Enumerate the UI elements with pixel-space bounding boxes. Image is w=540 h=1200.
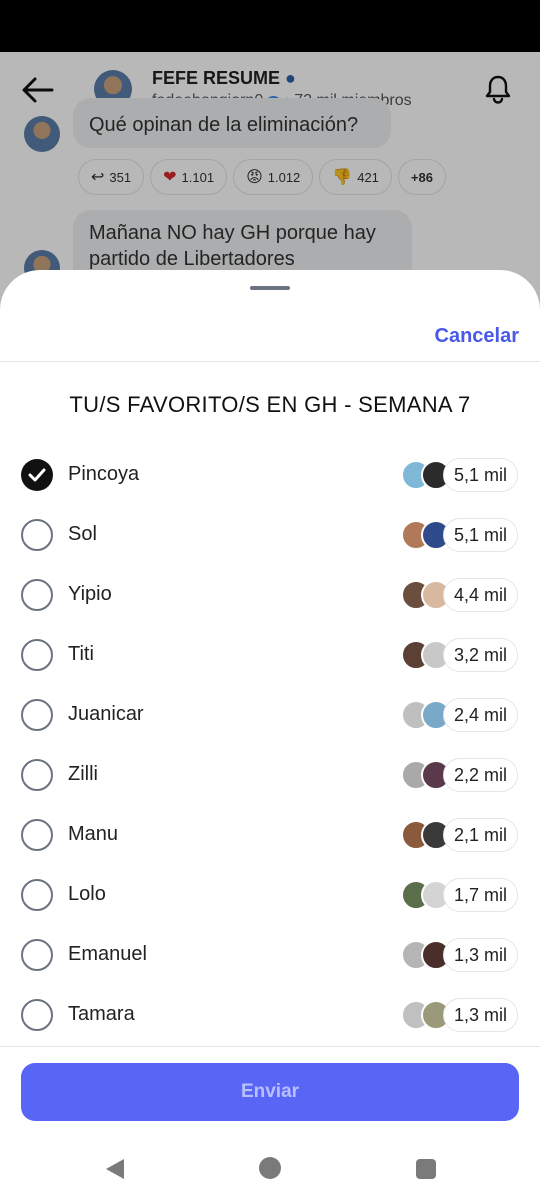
radio-button[interactable] bbox=[21, 939, 53, 971]
poll-option[interactable]: Juanicar 2,4 mil bbox=[0, 685, 540, 745]
option-label: Manu bbox=[68, 823, 119, 845]
vote-count: 3,2 mil bbox=[442, 638, 518, 672]
radio-button[interactable] bbox=[21, 519, 53, 551]
poll-option[interactable]: Titi 3,2 mil bbox=[0, 625, 540, 685]
vote-summary[interactable]: 2,4 mil bbox=[400, 696, 518, 734]
option-label: Yipio bbox=[68, 583, 112, 605]
poll-options-list: Pincoya 5,1 mil Sol 5,1 mil Yipio 4,4 mi… bbox=[0, 445, 540, 1045]
option-label: Emanuel bbox=[68, 943, 147, 965]
vote-summary[interactable]: 1,7 mil bbox=[400, 876, 518, 914]
vote-summary[interactable]: 4,4 mil bbox=[400, 576, 518, 614]
poll-option[interactable]: Sol 5,1 mil bbox=[0, 505, 540, 565]
option-label: Zilli bbox=[68, 763, 98, 785]
option-label: Titi bbox=[68, 643, 94, 665]
poll-option[interactable]: Zilli 2,2 mil bbox=[0, 745, 540, 805]
radio-button[interactable] bbox=[21, 639, 53, 671]
system-navigation-bar bbox=[0, 1140, 540, 1200]
cancel-button[interactable]: Cancelar bbox=[435, 325, 520, 348]
vote-summary[interactable]: 1,3 mil bbox=[400, 996, 518, 1034]
vote-count: 1,3 mil bbox=[442, 938, 518, 972]
vote-count: 2,2 mil bbox=[442, 758, 518, 792]
poll-bottom-sheet: Cancelar TU/S FAVORITO/S EN GH - SEMANA … bbox=[0, 270, 540, 1200]
radio-button[interactable] bbox=[21, 759, 53, 791]
radio-button[interactable] bbox=[21, 459, 53, 491]
option-label: Tamara bbox=[68, 1003, 135, 1025]
poll-option[interactable]: Yipio 4,4 mil bbox=[0, 565, 540, 625]
radio-button[interactable] bbox=[21, 699, 53, 731]
nav-home-icon[interactable] bbox=[259, 1157, 281, 1179]
option-label: Juanicar bbox=[68, 703, 144, 725]
vote-count: 4,4 mil bbox=[442, 578, 518, 612]
poll-title: TU/S FAVORITO/S EN GH - SEMANA 7 bbox=[69, 392, 471, 417]
sheet-drag-handle[interactable] bbox=[250, 286, 290, 290]
vote-summary[interactable]: 5,1 mil bbox=[400, 456, 518, 494]
status-bar bbox=[0, 0, 540, 52]
poll-option[interactable]: Emanuel 1,3 mil bbox=[0, 925, 540, 985]
vote-count: 2,1 mil bbox=[442, 818, 518, 852]
poll-option[interactable]: Tamara 1,3 mil bbox=[0, 985, 540, 1045]
vote-summary[interactable]: 2,1 mil bbox=[400, 816, 518, 854]
radio-button[interactable] bbox=[21, 879, 53, 911]
poll-option[interactable]: Pincoya 5,1 mil bbox=[0, 445, 540, 505]
radio-button[interactable] bbox=[21, 999, 53, 1031]
option-label: Pincoya bbox=[68, 463, 140, 485]
option-label: Sol bbox=[68, 523, 97, 545]
vote-count: 2,4 mil bbox=[442, 698, 518, 732]
check-icon bbox=[28, 468, 46, 482]
divider bbox=[0, 1046, 540, 1047]
vote-count: 1,7 mil bbox=[442, 878, 518, 912]
vote-count: 1,3 mil bbox=[442, 998, 518, 1032]
radio-button[interactable] bbox=[21, 819, 53, 851]
vote-summary[interactable]: 2,2 mil bbox=[400, 756, 518, 794]
nav-back-icon[interactable] bbox=[104, 1158, 126, 1180]
poll-option[interactable]: Manu 2,1 mil bbox=[0, 805, 540, 865]
radio-button[interactable] bbox=[21, 579, 53, 611]
divider bbox=[0, 361, 540, 362]
send-button[interactable]: Enviar bbox=[21, 1063, 519, 1121]
vote-summary[interactable]: 3,2 mil bbox=[400, 636, 518, 674]
nav-recents-icon[interactable] bbox=[416, 1159, 436, 1179]
vote-count: 5,1 mil bbox=[442, 518, 518, 552]
vote-summary[interactable]: 1,3 mil bbox=[400, 936, 518, 974]
option-label: Lolo bbox=[68, 883, 106, 905]
vote-summary[interactable]: 5,1 mil bbox=[400, 516, 518, 554]
vote-count: 5,1 mil bbox=[442, 458, 518, 492]
poll-option[interactable]: Lolo 1,7 mil bbox=[0, 865, 540, 925]
